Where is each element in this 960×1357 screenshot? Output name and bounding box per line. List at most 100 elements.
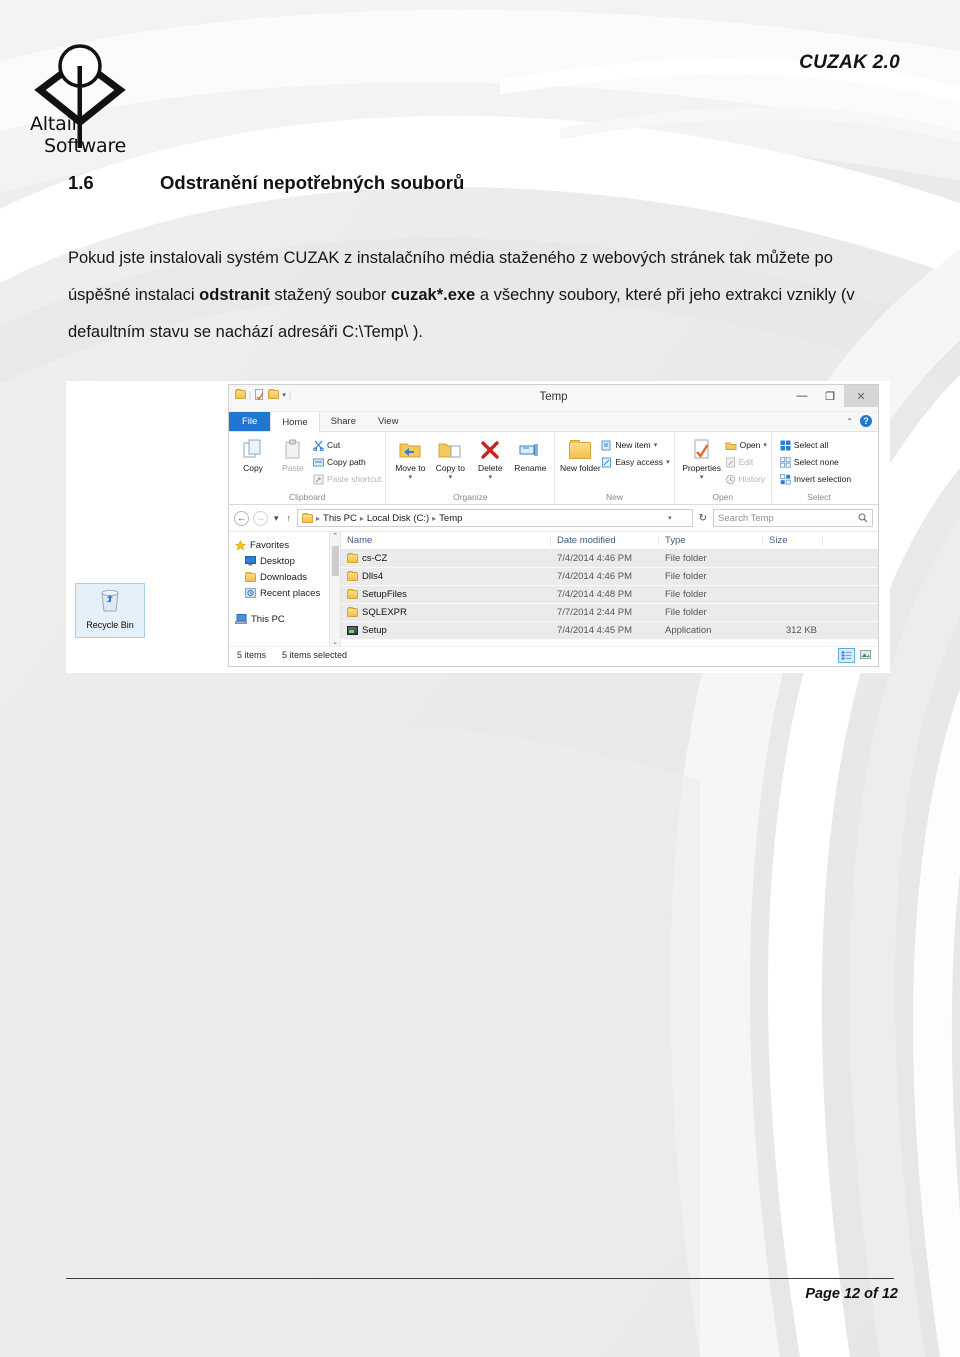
chevron-down-icon[interactable]: ▾ (489, 473, 493, 483)
easy-access-button[interactable]: Easy access ▾ (601, 455, 670, 469)
file-name-cell: cs-CZ (341, 553, 551, 564)
new-folder-button[interactable]: New folder (559, 435, 601, 473)
up-arrow-icon[interactable]: ↑ (285, 513, 294, 523)
nav-label-downloads: Downloads (260, 571, 307, 583)
rename-label: Rename (514, 463, 547, 473)
large-icons-view-icon[interactable] (858, 648, 873, 661)
search-input[interactable]: Search Temp (713, 509, 873, 527)
select-none-button[interactable]: Select none (780, 455, 851, 469)
file-type-cell: Application (665, 625, 712, 636)
properties-button[interactable]: Properties ▾ (679, 435, 725, 483)
chevron-down-icon[interactable]: ▾ (409, 473, 413, 483)
clipboard-small-commands: Cut Copy path Paste shortcut (313, 435, 381, 486)
chevron-down-icon[interactable]: ▾ (654, 441, 658, 449)
delete-label: Delete (478, 463, 503, 473)
help-icon[interactable]: ? (860, 415, 872, 427)
column-header-name[interactable]: Name (341, 535, 551, 546)
edit-button[interactable]: Edit (725, 455, 767, 469)
window-title: Temp (539, 391, 568, 403)
move-to-button[interactable]: Move to ▾ (390, 435, 430, 483)
nav-item-favorites[interactable]: Favorites (229, 537, 340, 553)
delete-button[interactable]: Delete ▾ (470, 435, 510, 483)
rename-button[interactable]: Rename (510, 435, 550, 473)
breadcrumb[interactable]: ▸ This PC ▸ Local Disk (C:) ▸ Temp ▾ (297, 509, 693, 527)
file-list-header: Name Date modified Type Size (341, 532, 878, 550)
ribbon-group-clipboard: Copy Paste Cut Copy path Paste shortcut … (229, 432, 387, 504)
body-paragraph: Pokud jste instalovali systém CUZAK z in… (68, 240, 888, 351)
history-button[interactable]: History (725, 472, 767, 486)
chevron-up-icon[interactable]: ⌃ (846, 417, 853, 426)
open-label: Open (739, 440, 761, 450)
edit-icon (725, 457, 735, 467)
paste-label: Paste (282, 463, 304, 473)
tab-file[interactable]: File (229, 412, 271, 431)
table-row[interactable]: Setup 7/4/2014 4:45 PM Application 312 K… (341, 622, 878, 640)
invert-selection-button[interactable]: Invert selection (780, 472, 851, 486)
ribbon-group-new: New folder New item ▾ Easy access ▾ New (555, 432, 675, 504)
ribbon-group-label-clipboard: Clipboard (288, 492, 326, 502)
new-item-button[interactable]: New item ▾ (601, 438, 669, 452)
back-arrow-icon[interactable]: ← (234, 510, 249, 526)
nav-item-recent-places[interactable]: Recent places (229, 585, 340, 601)
maximize-button[interactable]: ❐ (816, 385, 844, 407)
tab-home[interactable]: Home (270, 412, 320, 432)
paste-shortcut-button[interactable]: Paste shortcut (313, 472, 381, 486)
edit-label: Edit (738, 457, 754, 467)
open-button[interactable]: Open ▾ (725, 438, 767, 452)
tab-share[interactable]: Share (320, 412, 367, 431)
copy-to-button[interactable]: Copy to ▾ (430, 435, 470, 483)
forward-arrow-icon[interactable]: → (253, 510, 268, 526)
paste-shortcut-label: Paste shortcut (327, 474, 382, 484)
copy-icon (242, 437, 264, 463)
view-toggle-buttons (838, 648, 873, 663)
column-header-date-modified[interactable]: Date modified (551, 535, 659, 546)
breadcrumb-item-this-pc[interactable]: This PC (323, 513, 357, 524)
details-view-icon[interactable] (838, 648, 855, 663)
chevron-down-icon[interactable]: ▾ (449, 473, 453, 483)
chevron-down-icon[interactable]: ▾ (763, 441, 767, 449)
nav-item-this-pc[interactable]: This PC (229, 611, 340, 627)
navigation-scrollbar[interactable]: ⌃ ⌄ (329, 532, 340, 646)
minimize-button[interactable]: — (788, 385, 816, 407)
chevron-down-icon[interactable]: ▾ (666, 458, 670, 466)
search-placeholder: Search Temp (718, 512, 774, 524)
new-small-commands: New item ▾ Easy access ▾ (601, 435, 670, 469)
column-header-type[interactable]: Type (659, 535, 763, 546)
scroll-up-icon[interactable]: ⌃ (332, 532, 338, 540)
close-button[interactable]: ✕ (844, 385, 878, 407)
window-controls[interactable]: — ❐ ✕ (788, 385, 878, 411)
table-row[interactable]: SetupFiles 7/4/2014 4:48 PM File folder (341, 586, 878, 604)
recent-locations-chevron-down-icon[interactable]: ▾ (272, 513, 281, 524)
copy-path-button[interactable]: Copy path (313, 455, 381, 469)
cut-button[interactable]: Cut (313, 438, 381, 452)
copy-button[interactable]: Copy (233, 435, 273, 473)
move-to-label: Move to (395, 463, 426, 473)
breadcrumb-item-temp[interactable]: Temp (439, 513, 462, 524)
background-decoration (0, 0, 960, 1357)
refresh-icon[interactable]: ↻ (697, 513, 709, 524)
scroll-down-icon[interactable]: ⌄ (332, 638, 338, 646)
breadcrumb-item-local-disk[interactable]: Local Disk (C:) (367, 513, 429, 524)
file-name-text: SetupFiles (362, 589, 407, 600)
scrollbar-thumb[interactable] (332, 546, 339, 576)
file-date-cell: 7/4/2014 4:45 PM (557, 625, 632, 636)
footer-divider (66, 1278, 894, 1279)
nav-item-downloads[interactable]: Downloads (229, 569, 340, 585)
window-title-bar: | ▾ | Temp — ❐ ✕ (229, 385, 878, 412)
paragraph-emphasis-filename: cuzak*.exe (390, 286, 476, 304)
chevron-down-icon[interactable]: ▾ (700, 473, 704, 483)
column-header-size[interactable]: Size (763, 535, 823, 546)
nav-item-desktop[interactable]: Desktop (229, 553, 340, 569)
table-row[interactable]: cs-CZ 7/4/2014 4:46 PM File folder (341, 550, 878, 568)
breadcrumb-separator: ▸ (359, 513, 364, 523)
paste-button[interactable]: Paste (273, 435, 313, 473)
downloads-icon (245, 571, 256, 582)
table-row[interactable]: SQLEXPR 7/7/2014 2:44 PM File folder (341, 604, 878, 622)
tab-view[interactable]: View (367, 412, 409, 431)
new-folder-icon (569, 437, 592, 463)
table-row[interactable]: Dlls4 7/4/2014 4:46 PM File folder (341, 568, 878, 586)
chevron-down-icon[interactable]: ▾ (668, 514, 672, 522)
select-all-button[interactable]: Select all (780, 438, 851, 452)
status-item-count: 5 items (237, 650, 267, 660)
desktop-icon-recycle-bin[interactable]: Recycle Bin (75, 583, 145, 638)
